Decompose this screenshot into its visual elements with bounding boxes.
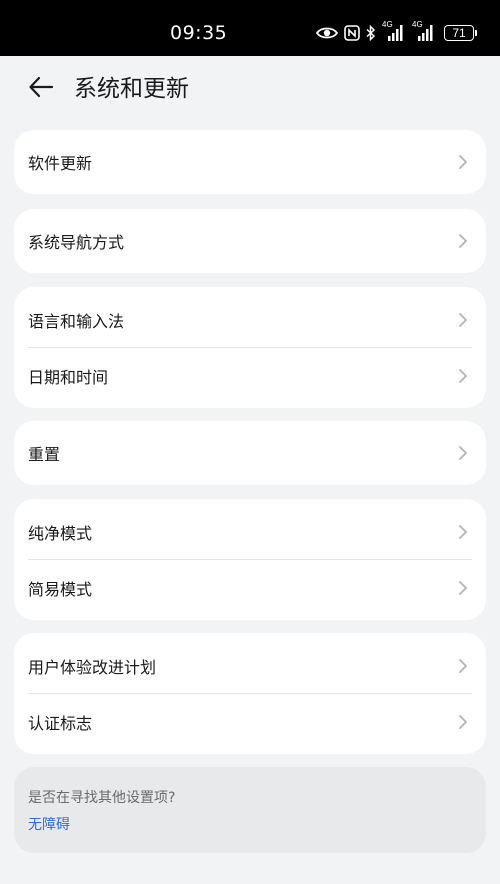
chevron-right-icon — [459, 446, 467, 460]
status-time: 09:35 — [170, 22, 228, 44]
chevron-right-icon — [459, 658, 467, 673]
software-update-item[interactable]: 软件更新 — [14, 130, 486, 194]
settings-group: 纯净模式 简易模式 — [14, 499, 486, 620]
chevron-right-icon — [459, 155, 467, 169]
item-label: 日期和时间 — [28, 367, 109, 387]
item-label: 重置 — [28, 445, 61, 464]
settings-group: 用户体验改进计划 认证标志 — [14, 633, 486, 754]
simple-mode-item[interactable]: 简易模式 — [14, 560, 486, 615]
date-time-item[interactable]: 日期和时间 — [14, 348, 486, 403]
item-label: 系统导航方式 — [28, 233, 125, 252]
signal-icon: 4G — [412, 20, 436, 43]
chevron-right-icon — [459, 368, 467, 383]
signal-icon: 4G — [382, 20, 406, 43]
item-label: 纯净模式 — [28, 523, 93, 543]
suggestion-question: 是否在寻找其他设置项? — [28, 790, 176, 806]
battery-icon: 71 — [444, 25, 477, 41]
status-icons: 4G 4G 71 — [316, 20, 477, 44]
chevron-right-icon — [459, 580, 467, 595]
settings-group: 软件更新 — [14, 130, 486, 194]
header: 系统和更新 — [0, 56, 500, 124]
back-button[interactable] — [26, 74, 56, 104]
settings-group: 语言和输入法 日期和时间 — [14, 287, 486, 408]
chevron-right-icon — [459, 312, 467, 327]
reset-item[interactable]: 重置 — [14, 421, 486, 485]
arrow-left-icon — [28, 76, 54, 102]
eye-icon — [316, 25, 338, 41]
battery-level: 71 — [452, 26, 466, 40]
bluetooth-icon — [366, 25, 376, 41]
item-label: 认证标志 — [28, 713, 93, 733]
item-label: 用户体验改进计划 — [28, 657, 157, 677]
chevron-right-icon — [459, 524, 467, 539]
certification-logos-item[interactable]: 认证标志 — [14, 694, 486, 749]
suggestion-card: 是否在寻找其他设置项? 无障碍 — [14, 767, 486, 853]
chevron-right-icon — [459, 234, 467, 248]
chevron-right-icon — [459, 714, 467, 729]
network-type-label: 4G — [382, 20, 393, 29]
nfc-icon — [344, 25, 360, 41]
item-label: 简易模式 — [28, 579, 93, 599]
item-label: 语言和输入法 — [28, 311, 125, 331]
user-experience-plan-item[interactable]: 用户体验改进计划 — [14, 638, 486, 693]
page-title: 系统和更新 — [74, 76, 189, 102]
settings-group: 系统导航方式 — [14, 209, 486, 273]
pure-mode-item[interactable]: 纯净模式 — [14, 504, 486, 559]
settings-group: 重置 — [14, 421, 486, 485]
accessibility-link[interactable]: 无障碍 — [28, 814, 70, 834]
language-input-item[interactable]: 语言和输入法 — [14, 292, 486, 347]
status-bar: 09:35 4G 4G 71 — [0, 0, 500, 56]
navigation-mode-item[interactable]: 系统导航方式 — [14, 209, 486, 273]
network-type-label: 4G — [412, 20, 423, 29]
item-label: 软件更新 — [28, 154, 93, 173]
